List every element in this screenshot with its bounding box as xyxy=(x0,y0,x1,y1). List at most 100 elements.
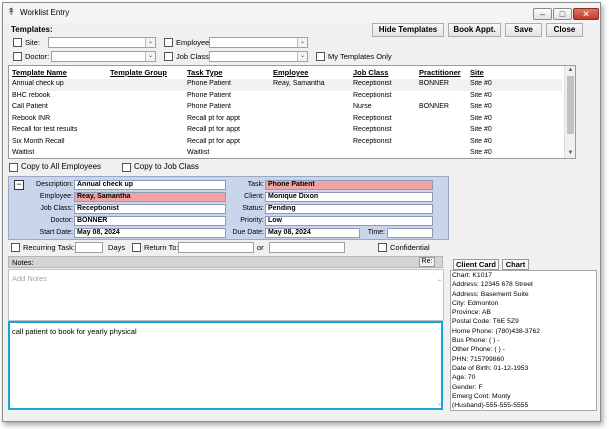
cell-site: Site #0 xyxy=(470,126,492,133)
column-header[interactable]: Task Type xyxy=(187,68,223,77)
priority-field[interactable]: Low xyxy=(265,216,433,226)
cell-template-name: Waitlist xyxy=(12,149,35,156)
employee-filter-checkbox[interactable] xyxy=(164,38,173,47)
employee-field[interactable]: Reay, Samantha xyxy=(74,192,226,202)
doctor-field[interactable]: BONNER xyxy=(74,216,226,226)
notes-placeholder: Add Notes xyxy=(12,274,48,283)
scrollbar-thumb[interactable] xyxy=(567,76,574,134)
jobclass-field[interactable]: Receptionist xyxy=(74,204,226,214)
client-card-line: Chart: K1017 xyxy=(452,272,493,279)
cell-site: Site #0 xyxy=(470,80,492,87)
notes-label: Notes: xyxy=(12,258,34,267)
start-date-label: Start Date: xyxy=(39,229,73,236)
cell-job-class: Receptionist xyxy=(353,137,392,145)
return-to-alt-input[interactable] xyxy=(269,242,345,253)
due-date-field[interactable]: May 08, 2024 xyxy=(265,228,360,238)
employee-filter-label: Employee: xyxy=(176,38,212,47)
recurring-days-input[interactable] xyxy=(75,242,103,253)
doctor-filter-select[interactable]: ⌄ xyxy=(51,51,156,62)
recurring-task-checkbox[interactable] xyxy=(11,243,20,252)
table-row[interactable]: Recall for test results Recall pt for ap… xyxy=(9,125,562,137)
table-row[interactable]: Annual check up Phone Patient Reay, Sama… xyxy=(9,79,562,91)
minimize-button[interactable]: – xyxy=(533,8,552,20)
cell-task-type: Recall pt for appt xyxy=(187,114,240,122)
cell-practitioner: BONNER xyxy=(419,80,449,87)
close-button[interactable]: Close xyxy=(546,23,583,37)
site-filter-select[interactable]: ⌄ xyxy=(48,37,156,48)
book-appt-button[interactable]: Book Appt. xyxy=(448,23,501,37)
client-card-line: Address: 12345 678 Street xyxy=(452,281,533,289)
my-templates-only-label: My Templates Only xyxy=(328,52,392,61)
notes-history[interactable]: Add Notes ⌃ xyxy=(8,269,444,321)
client-card-line: Postal Code: T6E 5Z9 xyxy=(452,318,519,326)
client-card-info: Chart: K1017 Address: 12345 678 Street A… xyxy=(450,270,597,411)
maximize-button[interactable]: □ xyxy=(553,8,572,20)
start-date-field[interactable]: May 08, 2024 xyxy=(74,228,226,238)
cell-template-name: Call Patient xyxy=(12,103,48,110)
description-label: Description: xyxy=(36,181,73,188)
table-row[interactable]: Call Patient Phone Patient Nurse BONNER … xyxy=(9,102,562,114)
table-row[interactable]: Waitlist Waitlist Site #0 xyxy=(9,148,562,158)
time-label: Time: xyxy=(367,229,385,236)
site-filter-label: Site: xyxy=(25,38,41,47)
note-message-text: call patient to book for yearly physical xyxy=(12,327,137,336)
cell-task-type: Recall pt for appt xyxy=(187,126,240,133)
time-field[interactable] xyxy=(387,228,433,238)
scroll-up-icon[interactable]: ⌃ xyxy=(437,279,442,286)
status-label: Status: xyxy=(242,205,264,212)
table-row[interactable]: Rebook INR Recall pt for appt Receptioni… xyxy=(9,114,562,126)
client-field[interactable]: Monique Dixon xyxy=(265,192,433,202)
copy-job-class-label: Copy to Job Class xyxy=(134,162,199,171)
doctor-filter-checkbox[interactable] xyxy=(13,52,22,61)
site-filter-checkbox[interactable] xyxy=(13,38,22,47)
description-field[interactable]: Annual check up xyxy=(74,180,226,190)
confidential-checkbox[interactable] xyxy=(378,243,387,252)
client-card-line: (Husband)-555-555-5555 xyxy=(452,402,529,410)
my-templates-only-checkbox[interactable] xyxy=(316,52,325,61)
jobclass-filter-select[interactable]: ⌄ xyxy=(209,51,308,62)
column-header[interactable]: Site xyxy=(470,68,484,77)
templates-scrollbar[interactable]: ▲ ▼ xyxy=(564,66,575,158)
client-card-line: Age: 70 xyxy=(452,374,476,382)
return-to-input[interactable] xyxy=(178,242,254,253)
scroll-up-icon[interactable]: ▲ xyxy=(565,66,575,75)
save-button[interactable]: Save xyxy=(505,23,542,37)
re-button[interactable]: Re: xyxy=(419,257,435,267)
confidential-label: Confidential xyxy=(390,243,430,252)
task-field[interactable]: Phone Patient xyxy=(265,180,433,190)
client-card-line: Bus Phone: ( ) - xyxy=(452,337,500,345)
column-header[interactable]: Template Group xyxy=(110,68,167,77)
table-row[interactable]: Six Month Recall Recall pt for appt Rece… xyxy=(9,137,562,149)
column-header[interactable]: Template Name xyxy=(12,68,67,77)
client-label: Client: xyxy=(244,193,264,200)
return-to-checkbox[interactable] xyxy=(132,243,141,252)
jobclass-filter-label: Job Class: xyxy=(176,52,212,61)
client-card-line: PHN: 715799860 xyxy=(452,355,505,363)
tab-chart[interactable]: Chart xyxy=(502,259,529,270)
cell-template-name: Recall for test results xyxy=(12,126,78,133)
status-field[interactable]: Pending xyxy=(265,204,433,214)
employee-filter-select[interactable]: ⌄ xyxy=(209,37,308,48)
tab-client-card[interactable]: Client Card xyxy=(453,259,499,270)
client-card-line: City: Edmonton xyxy=(452,299,499,307)
collapse-button[interactable]: − xyxy=(14,180,24,190)
cell-task-type: Phone Patient xyxy=(187,91,231,99)
table-row[interactable]: BHC rebook Phone Patient Receptionist Si… xyxy=(9,91,562,103)
cell-site: Site #0 xyxy=(470,91,492,99)
copy-job-class-checkbox[interactable] xyxy=(122,163,131,172)
hide-templates-button[interactable]: Hide Templates xyxy=(372,23,444,37)
jobclass-filter-checkbox[interactable] xyxy=(164,52,173,61)
cell-task-type: Recall pt for appt xyxy=(187,137,240,145)
scroll-down-icon[interactable]: ▼ xyxy=(565,149,575,158)
client-card-line: Address: Basement Suite xyxy=(452,290,529,298)
copy-all-employees-checkbox[interactable] xyxy=(9,163,18,172)
close-window-button[interactable]: ✕ xyxy=(573,8,599,20)
column-header[interactable]: Practitioner xyxy=(419,68,461,77)
copy-all-employees-label: Copy to All Employees xyxy=(21,162,102,171)
cell-job-class: Nurse xyxy=(353,103,372,110)
column-header[interactable]: Employee xyxy=(273,68,308,77)
note-message-input[interactable]: call patient to book for yearly physical… xyxy=(8,321,443,410)
scroll-down-icon[interactable]: ⌄ xyxy=(437,400,442,407)
app-icon: ↟ xyxy=(7,7,16,18)
column-header[interactable]: Job Class xyxy=(353,68,388,77)
